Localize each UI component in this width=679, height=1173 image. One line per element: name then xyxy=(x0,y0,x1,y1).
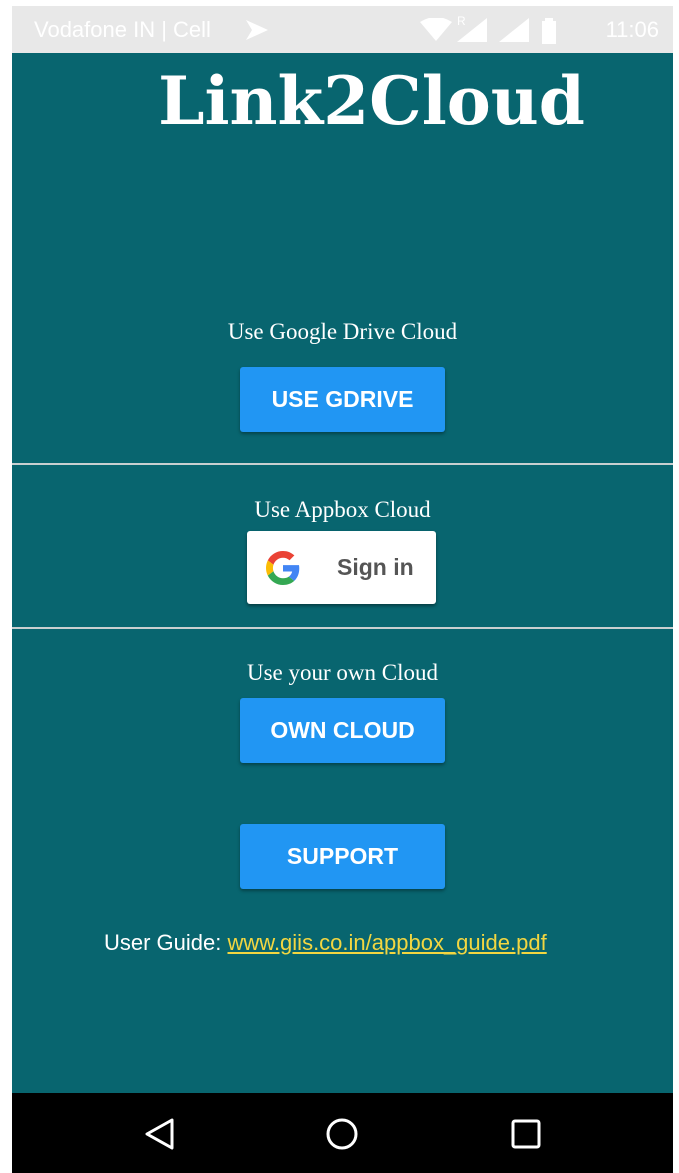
clock: 11:06 xyxy=(605,17,659,42)
user-guide-link[interactable]: www.giis.co.in/appbox_guide.pdf xyxy=(228,930,547,955)
signal-icon xyxy=(499,18,529,42)
wifi-icon xyxy=(420,18,452,41)
phone-screen: Vodafone IN | Cell R 11:06 Link2Cloud Us… xyxy=(12,6,673,1173)
back-triangle-icon[interactable] xyxy=(142,1117,176,1151)
carrier-name: Vodafone IN | Cell xyxy=(34,17,211,42)
section-divider xyxy=(12,627,673,629)
user-guide: User Guide: www.giis.co.in/appbox_guide.… xyxy=(104,929,547,957)
gdrive-label: Use Google Drive Cloud xyxy=(227,319,458,344)
status-bar: Vodafone IN | Cell R 11:06 xyxy=(12,6,673,53)
appbox-label: Use Appbox Cloud xyxy=(254,497,431,522)
use-gdrive-button[interactable]: USE GDRIVE xyxy=(240,367,445,432)
battery-icon xyxy=(542,18,556,44)
section-divider xyxy=(12,463,673,465)
app-title: Link2Cloud xyxy=(158,62,585,140)
navigation-bar xyxy=(12,1093,673,1173)
google-sign-in-button[interactable]: Sign in xyxy=(247,531,436,604)
status-icons: R 11:06 xyxy=(419,14,659,44)
support-button[interactable]: SUPPORT xyxy=(240,824,445,889)
app-content: Link2Cloud Use Google Drive Cloud USE GD… xyxy=(12,53,673,1093)
user-guide-label: User Guide: xyxy=(104,930,228,955)
data-saver-icon xyxy=(246,20,268,40)
own-cloud-button[interactable]: OWN CLOUD xyxy=(240,698,445,763)
sign-in-label: Sign in xyxy=(337,554,414,580)
recents-square-icon[interactable] xyxy=(509,1117,543,1151)
google-g-icon xyxy=(266,551,300,585)
signal-roaming-icon xyxy=(457,18,487,42)
home-circle-icon[interactable] xyxy=(325,1117,359,1151)
own-cloud-label: Use your own Cloud xyxy=(246,660,439,685)
